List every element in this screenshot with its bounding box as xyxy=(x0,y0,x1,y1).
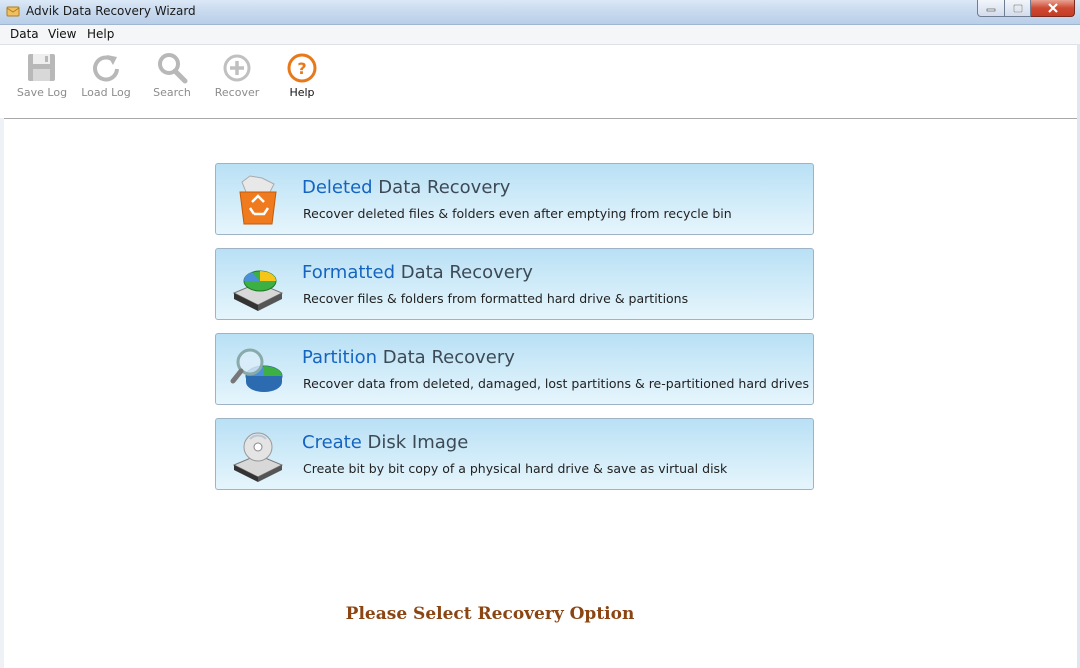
menu-bar: Data View Help xyxy=(0,25,1080,45)
deleted-data-recovery-option[interactable]: Deleted Data Recovery Recover deleted fi… xyxy=(215,163,814,235)
option-keyword: Deleted xyxy=(302,177,373,198)
load-log-label: Load Log xyxy=(81,86,131,99)
window-controls xyxy=(977,0,1075,17)
formatted-data-recovery-option[interactable]: Formatted Data Recovery Recover files & … xyxy=(215,248,814,320)
menu-data[interactable]: Data xyxy=(10,27,39,41)
option-heading-rest: Data Recovery xyxy=(372,177,511,198)
svg-text:?: ? xyxy=(297,59,306,78)
plus-circle-icon xyxy=(223,54,251,82)
title-bar: Advik Data Recovery Wizard xyxy=(0,0,1080,25)
option-description: Recover deleted files & folders even aft… xyxy=(303,206,732,221)
search-icon xyxy=(158,53,188,84)
option-description: Recover data from deleted, damaged, lost… xyxy=(303,376,809,391)
formatted-drive-icon xyxy=(232,270,284,311)
option-heading-rest: Data Recovery xyxy=(395,262,533,283)
select-option-message: Please Select Recovery Option xyxy=(345,604,635,624)
toolbar: Save Log Load Log Search Recover ? Help xyxy=(0,45,1080,119)
option-heading-rest: Data Recovery xyxy=(377,347,515,368)
load-log-button[interactable]: Load Log xyxy=(78,51,134,99)
recycle-bin-icon xyxy=(239,175,277,225)
option-heading-rest: Disk Image xyxy=(361,432,469,453)
option-heading: Formatted Data Recovery xyxy=(302,262,533,283)
close-icon xyxy=(1047,3,1058,13)
option-keyword: Formatted xyxy=(302,262,395,283)
menu-help[interactable]: Help xyxy=(87,27,114,41)
maximize-button[interactable] xyxy=(1005,0,1031,17)
recover-label: Recover xyxy=(214,86,260,99)
maximize-icon xyxy=(1012,3,1023,13)
partition-data-recovery-option[interactable]: Partition Data Recovery Recover data fro… xyxy=(215,333,814,405)
window-title: Advik Data Recovery Wizard xyxy=(26,4,196,18)
create-disk-image-option[interactable]: Create Disk Image Create bit by bit copy… xyxy=(215,418,814,490)
left-frame-border xyxy=(0,118,4,668)
app-icon xyxy=(6,6,20,17)
recover-button[interactable]: Recover xyxy=(209,51,265,99)
partition-magnifier-icon xyxy=(230,348,283,392)
option-heading: Deleted Data Recovery xyxy=(302,177,510,198)
disk-image-icon xyxy=(232,432,284,482)
option-heading: Create Disk Image xyxy=(302,432,468,453)
help-button[interactable]: ? Help xyxy=(274,51,330,99)
minimize-button[interactable] xyxy=(977,0,1005,17)
option-keyword: Create xyxy=(302,432,362,453)
refresh-icon xyxy=(93,55,119,82)
minimize-icon xyxy=(986,8,996,12)
option-description: Recover files & folders from formatted h… xyxy=(303,291,689,306)
help-label: Help xyxy=(289,86,315,99)
menu-view[interactable]: View xyxy=(48,27,76,41)
option-description: Create bit by bit copy of a physical har… xyxy=(303,461,728,476)
option-keyword: Partition xyxy=(302,347,378,368)
search-button[interactable]: Search xyxy=(144,51,200,99)
search-label: Search xyxy=(153,86,191,99)
save-log-label: Save Log xyxy=(16,86,68,99)
help-icon: ? xyxy=(287,53,317,83)
close-button[interactable] xyxy=(1031,0,1075,17)
floppy-disk-icon xyxy=(28,54,55,81)
save-log-button[interactable]: Save Log xyxy=(14,51,70,99)
option-heading: Partition Data Recovery xyxy=(302,347,515,368)
